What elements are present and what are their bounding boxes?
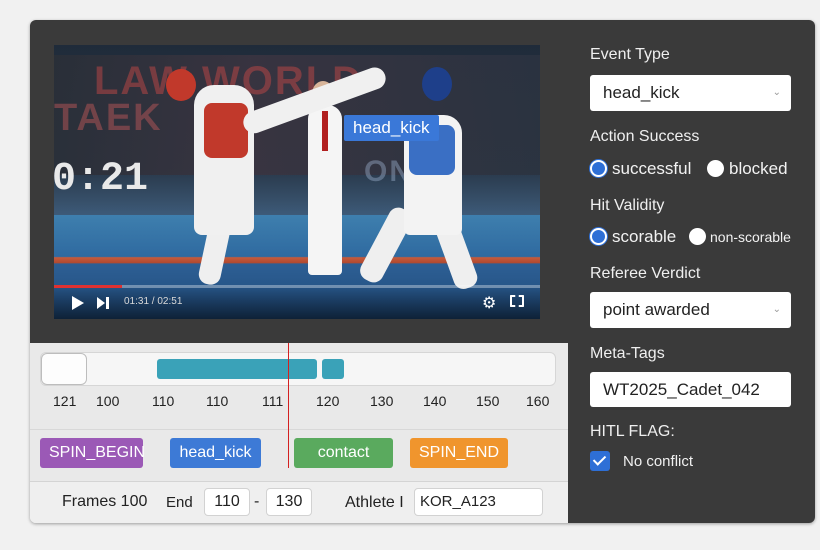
- tick-label: 100: [96, 393, 120, 409]
- segment-details: Frames 100 End 110 - 130 Athlete I KOR_A…: [30, 481, 568, 523]
- timeline-panel: 121 100 110 110 111 120 130 140 150 160 …: [30, 343, 568, 523]
- tick-label: 160: [526, 393, 550, 409]
- tick-label: 111: [262, 393, 284, 409]
- radio-blocked[interactable]: [707, 160, 724, 177]
- radio-successful[interactable]: [590, 160, 607, 177]
- referee-verdict-label: Referee Verdict: [590, 265, 701, 282]
- end-label: End: [166, 494, 193, 511]
- video-player[interactable]: LAW WORLD TAEK ONDO 0:21 head_kick: [54, 45, 540, 319]
- radio-label: non-scorable: [710, 229, 791, 245]
- radio-label: successful: [612, 159, 692, 178]
- event-chip-spin-begin[interactable]: SPIN_BEGIN: [40, 438, 145, 468]
- event-track: SPIN_BEGIN head_kick contact SPIN_END: [30, 429, 568, 469]
- radio-label: blocked: [729, 159, 788, 178]
- tick-label: 121: [53, 393, 77, 409]
- range-dash: -: [254, 493, 260, 510]
- hitl-flag-label: HITL FLAG:: [590, 423, 675, 440]
- referee-verdict-value: point awarded: [603, 300, 710, 319]
- play-icon[interactable]: [72, 296, 84, 310]
- time-readout: 01:31 / 02:51: [124, 296, 183, 307]
- red-fighter-vest: [204, 103, 248, 158]
- video-stage: LAW WORLD TAEK ONDO 0:21 head_kick: [30, 20, 568, 343]
- chevron-down-icon: ⌄: [772, 304, 781, 315]
- radio-label: scorable: [612, 227, 677, 246]
- action-success-label: Action Success: [590, 128, 700, 145]
- video-event-tag[interactable]: head_kick: [344, 115, 439, 141]
- chevron-down-icon: ⌄: [772, 87, 781, 98]
- meta-tags-label: Meta-Tags: [590, 345, 665, 362]
- event-type-label: Event Type: [590, 46, 670, 63]
- referee-verdict-select[interactable]: point awarded ⌄: [590, 292, 791, 328]
- event-chip-head-kick[interactable]: head_kick: [170, 438, 261, 468]
- hit-validity-options: scorable non-scorable: [590, 226, 810, 248]
- no-conflict-checkbox[interactable]: [590, 451, 610, 471]
- action-success-options: successful blocked: [590, 158, 800, 180]
- hit-validity-label: Hit Validity: [590, 197, 665, 214]
- tick-label: 110: [206, 393, 229, 409]
- frames-label: Frames 100: [62, 493, 148, 510]
- timeline-scrubber[interactable]: [40, 352, 556, 386]
- fullscreen-icon[interactable]: [510, 295, 524, 307]
- blue-fighter-helmet: [422, 67, 452, 101]
- event-type-value: head_kick: [603, 83, 680, 102]
- event-chip-contact[interactable]: contact: [294, 438, 393, 468]
- annotation-segment[interactable]: [157, 359, 317, 379]
- meta-tags-input[interactable]: WT2025_Cadet_042: [590, 372, 791, 407]
- attributes-panel: Event Type head_kick ⌄ Action Success su…: [568, 20, 815, 523]
- start-frame-input[interactable]: 110: [204, 488, 250, 516]
- athlete-label: Athlete I: [345, 494, 404, 511]
- annotation-segment[interactable]: [322, 359, 344, 379]
- no-conflict-label: No conflict: [623, 453, 694, 470]
- tick-label: 110: [152, 393, 175, 409]
- radio-scorable[interactable]: [590, 228, 607, 245]
- tick-label: 130: [370, 393, 394, 409]
- event-chip-spin-end[interactable]: SPIN_END: [410, 438, 508, 468]
- annotation-app: LAW WORLD TAEK ONDO 0:21 head_kick: [30, 20, 815, 523]
- check-icon: [592, 452, 607, 466]
- tick-label: 140: [423, 393, 447, 409]
- event-type-select[interactable]: head_kick ⌄: [590, 75, 791, 111]
- progress-fill: [54, 285, 123, 288]
- playhead[interactable]: [288, 343, 289, 468]
- tick-label: 120: [316, 393, 340, 409]
- referee-tie: [322, 111, 328, 151]
- red-fighter-helmet: [166, 69, 196, 101]
- athlete-id-input[interactable]: KOR_A123: [414, 488, 543, 516]
- gear-icon[interactable]: ⚙: [482, 293, 496, 313]
- tick-label: 150: [476, 393, 500, 409]
- next-frame-icon[interactable]: [97, 296, 111, 310]
- banner-text: TAEK: [54, 97, 163, 139]
- progress-bar[interactable]: [54, 285, 540, 288]
- player-controls: 01:31 / 02:51 ⚙: [54, 285, 540, 319]
- scrubber-handle[interactable]: [41, 353, 87, 385]
- scoreboard-clock: 0:21: [54, 157, 149, 202]
- frame-ruler: 121 100 110 110 111 120 130 140 150 160: [30, 393, 568, 415]
- end-frame-input[interactable]: 130: [266, 488, 312, 516]
- radio-non-scorable[interactable]: [689, 228, 706, 245]
